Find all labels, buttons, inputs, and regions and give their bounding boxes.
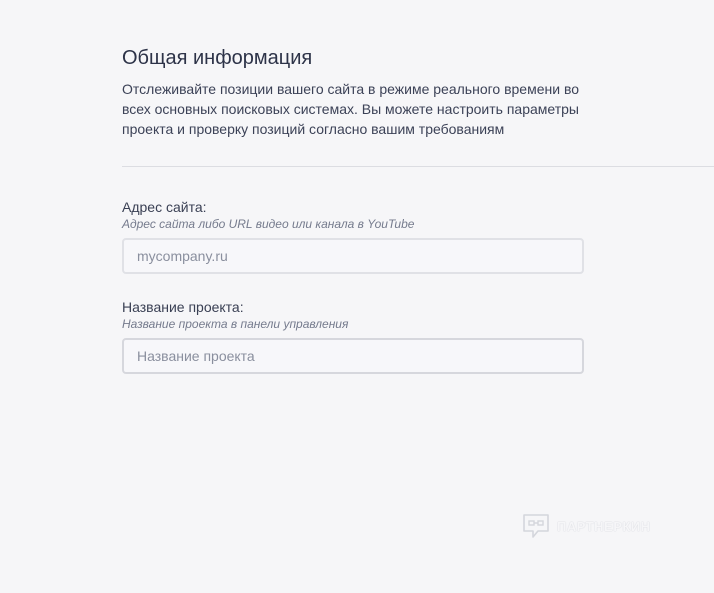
- site-url-input[interactable]: [122, 238, 584, 274]
- project-name-field-group: Название проекта: Название проекта в пан…: [122, 298, 584, 374]
- site-url-label: Адрес сайта:: [122, 199, 207, 215]
- project-name-input[interactable]: [122, 338, 584, 374]
- site-url-field-group: Адрес сайта: Адрес сайта либо URL видео …: [122, 198, 584, 274]
- project-name-hint: Название проекта в панели управления: [122, 317, 349, 331]
- section-title: Общая информация: [122, 47, 313, 69]
- section-divider: [122, 166, 714, 167]
- project-name-label: Название проекта:: [122, 299, 244, 315]
- partnerkin-logo-icon: [523, 514, 549, 538]
- section-description: Отслеживайте позиции вашего сайта в режи…: [122, 81, 580, 137]
- watermark-text: ПАРТНЕРКИН: [557, 518, 651, 534]
- partnerkin-watermark: ПАРТНЕРКИН: [521, 511, 651, 541]
- site-url-hint: Адрес сайта либо URL видео или канала в …: [122, 217, 415, 231]
